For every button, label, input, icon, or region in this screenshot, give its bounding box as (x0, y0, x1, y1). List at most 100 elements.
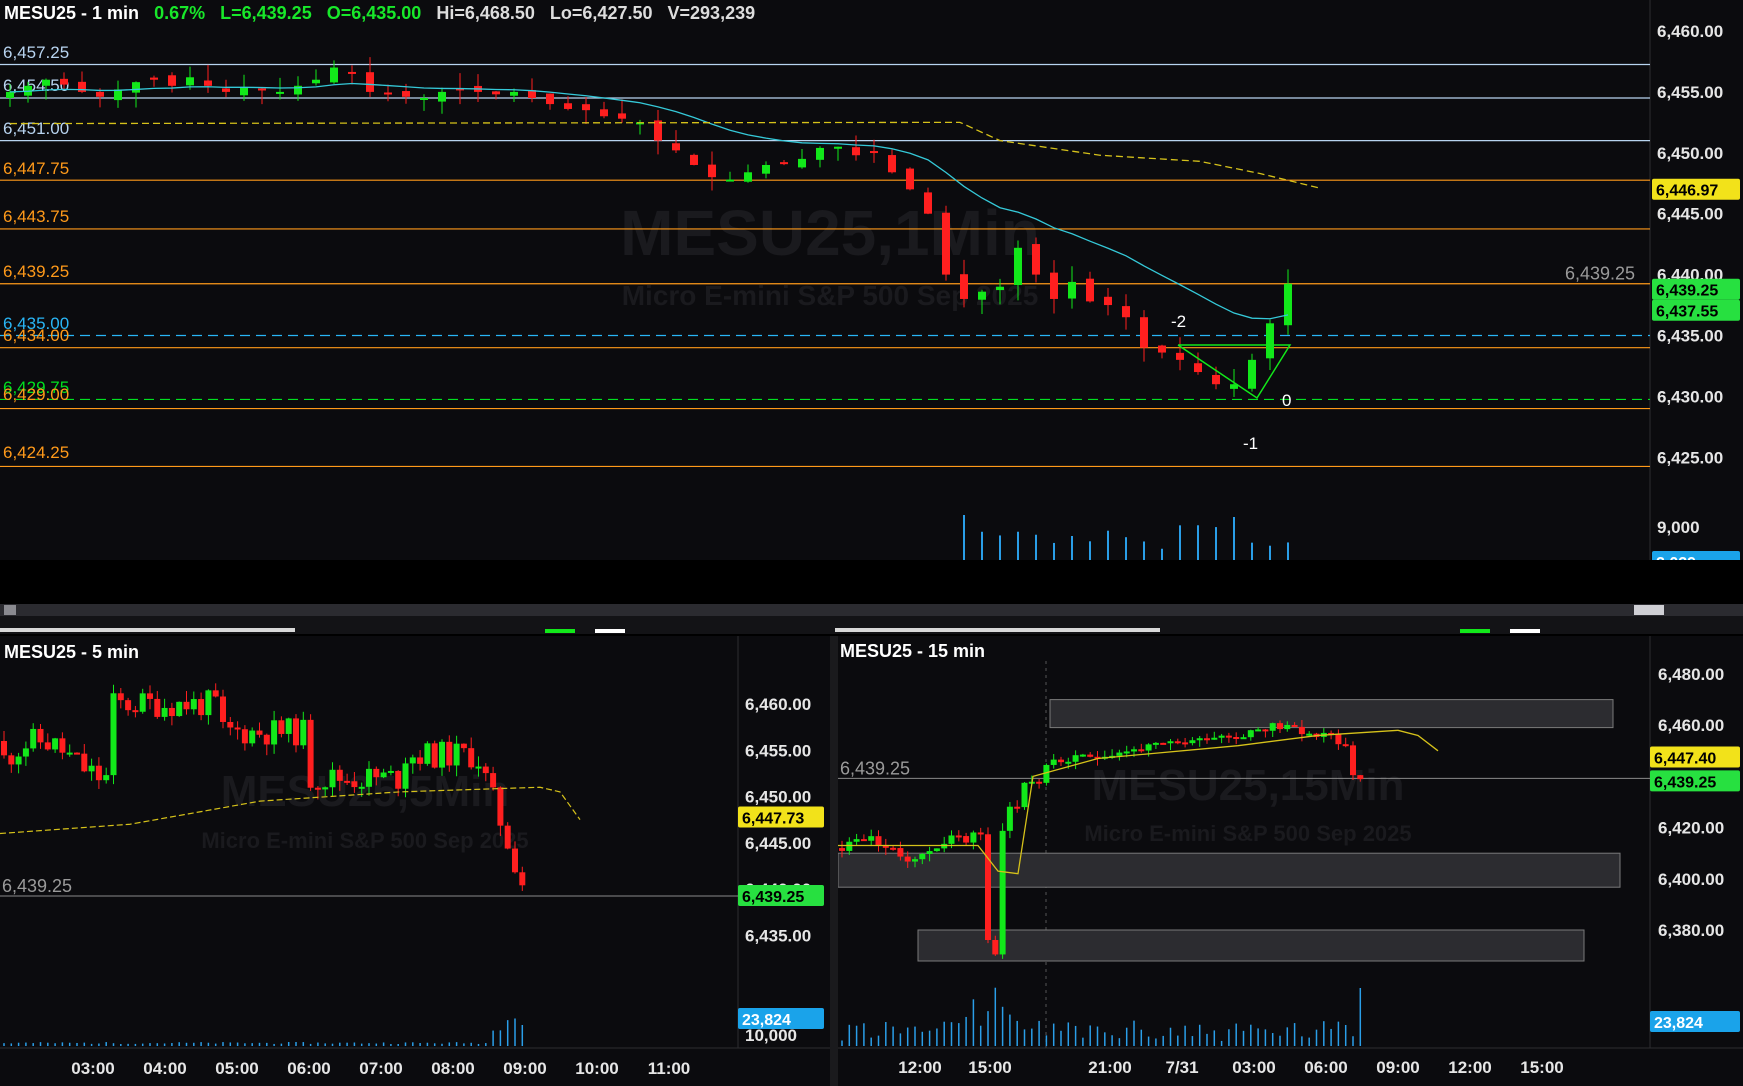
candle-body (654, 120, 662, 141)
top-chart-canvas[interactable]: MESU25,1Min Micro E-mini S&P 500 Sep 2025… (0, 0, 1743, 560)
br-candle-body (1225, 735, 1232, 738)
bottom-right-chart-canvas[interactable]: MESU25,15Min Micro E-mini S&P 500 Sep 202… (838, 636, 1743, 1086)
annotation-label: -1 (1243, 434, 1258, 453)
bl-time-tick: 08:00 (431, 1059, 474, 1078)
bl-background (0, 636, 830, 1086)
br-candle-body (912, 859, 918, 862)
br-time-tick: 03:00 (1232, 1058, 1275, 1077)
candle-body (6, 91, 14, 98)
candle-body (978, 291, 986, 300)
bl-watermark-subtitle: Micro E-mini S&P 500 Sep 2025 (201, 828, 528, 853)
bl-candle-body (439, 741, 445, 768)
top-chart-panel[interactable]: MESU25,1Min Micro E-mini S&P 500 Sep 2025… (0, 0, 1743, 560)
bl-candle-body (52, 738, 59, 750)
annotation-label: -2 (1171, 312, 1186, 331)
bl-candle-body (453, 743, 460, 766)
vertical-divider[interactable] (830, 636, 838, 1086)
watermark-subtitle: Micro E-mini S&P 500 Sep 2025 (622, 280, 1039, 311)
br-candle-body (933, 848, 940, 852)
br-price-tick: 6,380.00 (1658, 921, 1724, 940)
bottom-left-chart-canvas[interactable]: MESU25,5Min Micro E-mini S&P 500 Sep 2025… (0, 636, 830, 1086)
bl-candle-body (278, 720, 285, 734)
pane-divider[interactable] (0, 616, 1743, 634)
candle-body (564, 103, 572, 109)
bl-time-tick: 04:00 (143, 1059, 186, 1078)
price-tick: 6,450.00 (1657, 144, 1723, 163)
br-candle-body (1021, 782, 1028, 808)
candle-body (510, 91, 518, 96)
bl-candle-body (44, 742, 51, 750)
scrollbar-thumb[interactable] (1634, 605, 1664, 615)
br-candle-body (1262, 729, 1269, 732)
bottom-left-chart-panel[interactable]: MESU25,5Min Micro E-mini S&P 500 Sep 2025… (0, 636, 830, 1086)
price-tick: 6,460.00 (1657, 22, 1723, 41)
top-chart-scrollbar[interactable] (0, 604, 1743, 616)
candle-body (1266, 323, 1274, 359)
candle-body (186, 77, 194, 86)
last-price: L=6,439.25 (220, 3, 312, 23)
br-candle-body (846, 841, 853, 851)
br-candle-body (1167, 741, 1174, 744)
candle-body (906, 168, 914, 190)
br-candle-body (1357, 775, 1364, 780)
bl-candle-body (220, 696, 226, 722)
open-price: O=6,435.00 (326, 3, 422, 23)
br-candle-body (1131, 749, 1137, 752)
br-candle-body (1342, 744, 1349, 747)
br-candle-body (948, 835, 955, 844)
br-price-tick: 6,400.00 (1658, 870, 1724, 889)
bl-candle-body (139, 693, 146, 712)
bl-candle-body (161, 707, 168, 717)
bl-candle-body (117, 693, 124, 701)
tag-ema: 6,437.55 (1656, 304, 1718, 321)
candle-body (240, 87, 248, 96)
br-time-tick: 7/31 (1165, 1058, 1198, 1077)
watermark-title: MESU25,1Min (620, 197, 1040, 269)
bl-candle-body (446, 741, 453, 766)
bottom-right-chart-header: MESU25 - 15 min (840, 641, 986, 661)
candle-body (114, 89, 122, 101)
bl-candle-body (402, 763, 409, 789)
level-label: 6,424.25 (3, 443, 69, 462)
br-candle-body (1306, 733, 1313, 736)
br-watermark-title: MESU25,15Min (1092, 761, 1405, 810)
level-label: 6,434.00 (3, 326, 69, 345)
br-candle-body (1050, 759, 1057, 765)
br-time-tick: 12:00 (898, 1058, 941, 1077)
br-candle-body (1152, 742, 1159, 745)
bl-candle-body (285, 718, 292, 734)
candle-body (168, 75, 176, 86)
price-tick: 6,445.00 (1657, 205, 1723, 224)
br-candle-body (1072, 755, 1079, 762)
bl-candle-body (81, 753, 88, 772)
candle-body (222, 88, 230, 92)
bl-tag-last: 6,439.25 (742, 889, 804, 906)
bl-time-tick: 10:00 (575, 1059, 618, 1078)
br-candle-body (1269, 723, 1276, 731)
br-zone-rect (838, 852, 1621, 888)
bl-candle-body (482, 766, 489, 774)
br-time-tick: 12:00 (1448, 1058, 1491, 1077)
br-candle-body (1116, 752, 1123, 756)
candle-body (798, 158, 806, 168)
bl-candle-body (88, 765, 95, 772)
candle-body (960, 274, 968, 299)
volume-tick: 9,000 (1657, 518, 1700, 537)
candle-body (276, 91, 284, 94)
bl-candle-body (519, 872, 526, 886)
candle-body (834, 146, 842, 149)
br-candle-body (1189, 740, 1196, 744)
bl-candle-body (271, 720, 278, 745)
scrollbar-left-handle[interactable] (4, 605, 16, 615)
br-candle-body (897, 848, 904, 857)
br-candle-body (890, 847, 897, 850)
br-candle-body (1006, 806, 1013, 831)
br-candle-body (970, 832, 977, 843)
bl-candle-body (59, 738, 66, 753)
bl-candle-body (490, 773, 497, 788)
candle-body (1050, 272, 1058, 299)
level-label: 6,457.25 (3, 43, 69, 62)
bl-candle-body (263, 734, 270, 745)
low-price: Lo=6,427.50 (549, 3, 653, 23)
bottom-right-chart-panel[interactable]: MESU25,15Min Micro E-mini S&P 500 Sep 202… (838, 636, 1743, 1086)
